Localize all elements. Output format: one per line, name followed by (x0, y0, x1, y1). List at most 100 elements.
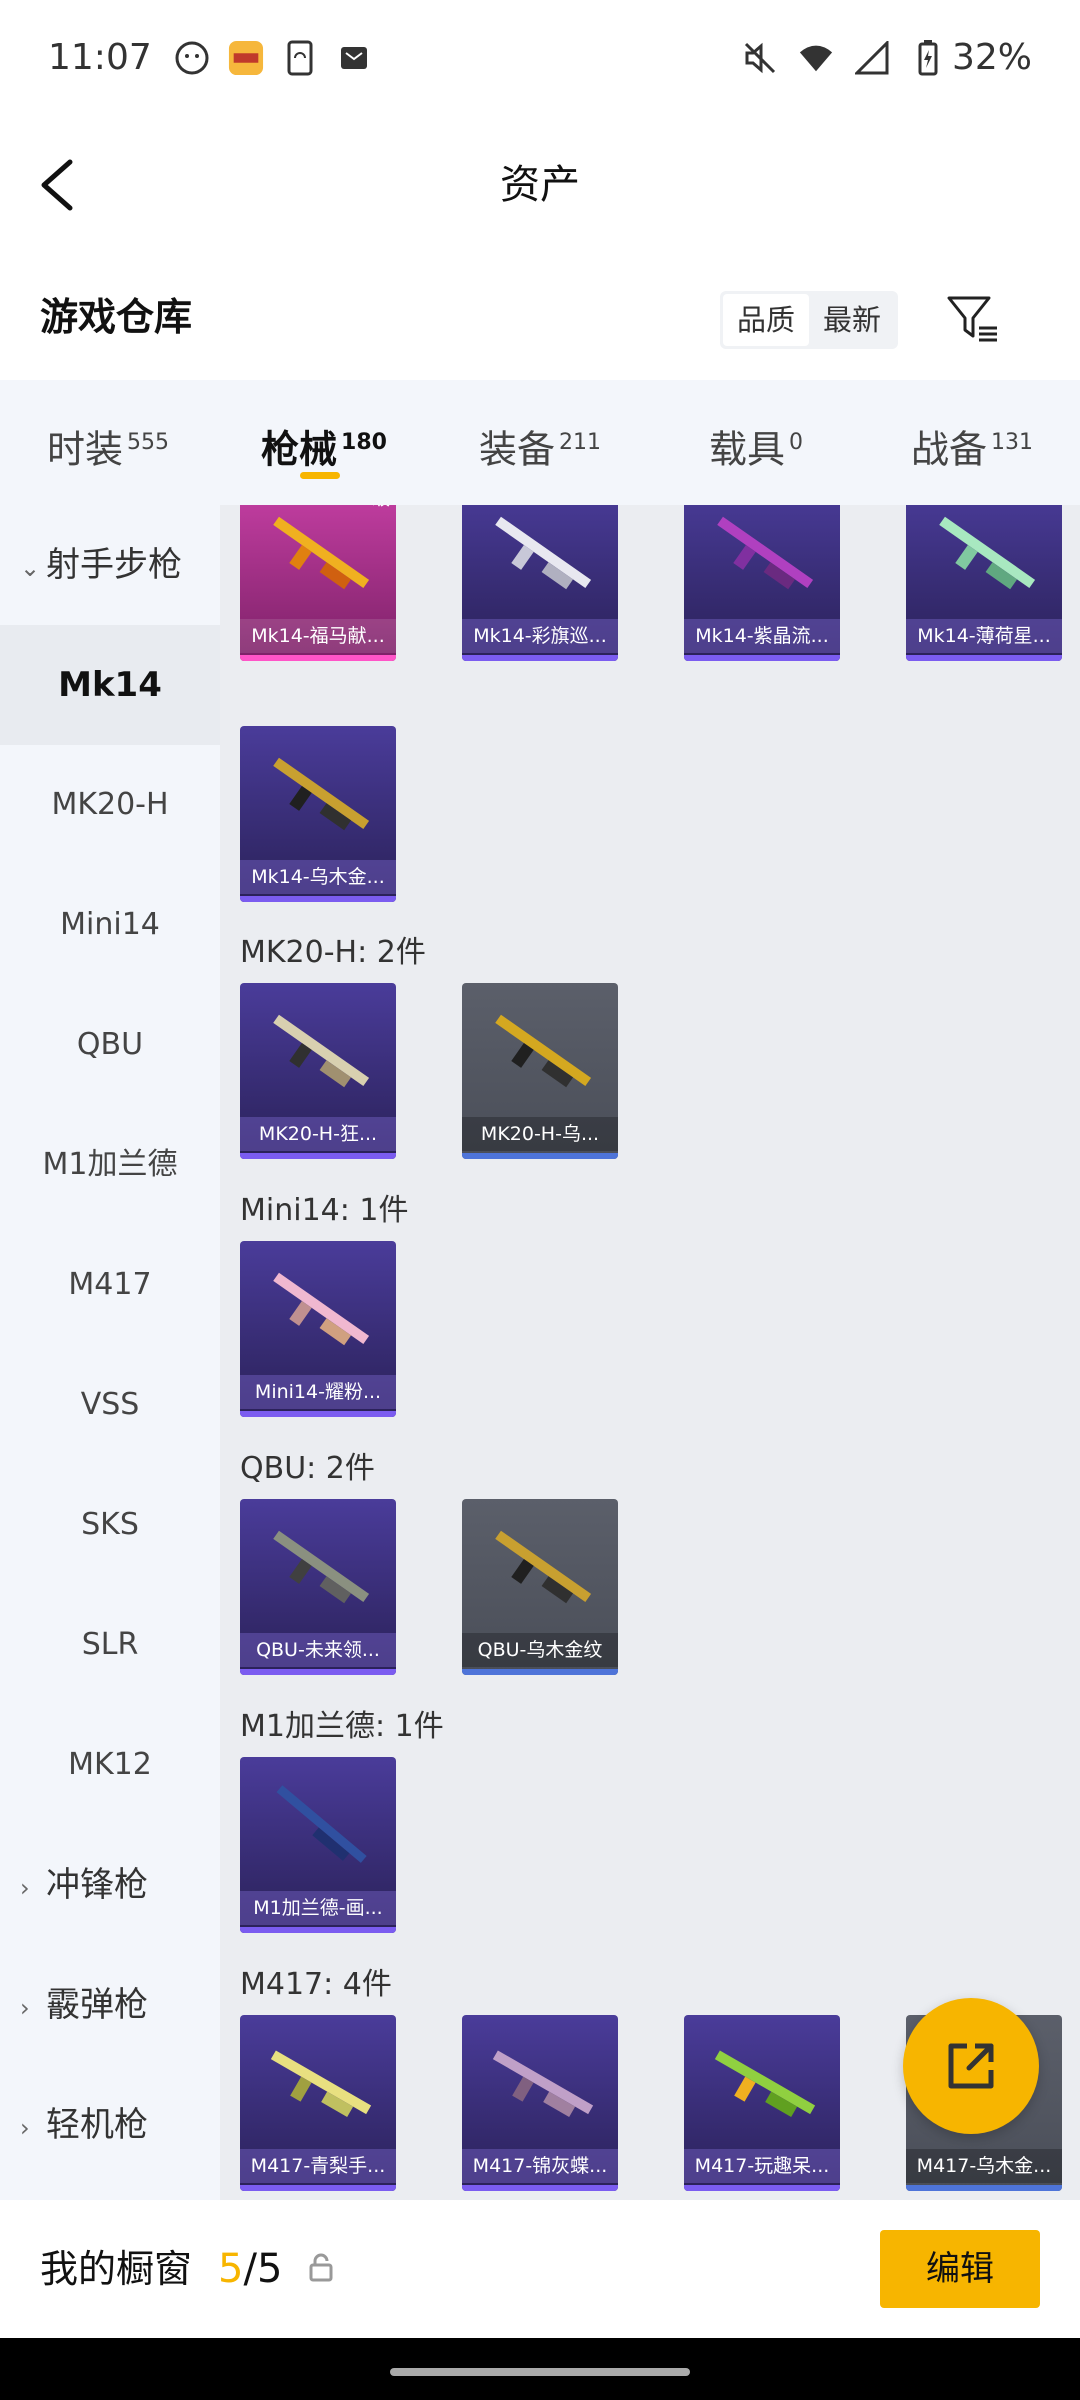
share-button[interactable] (903, 1998, 1039, 2134)
rarity-bar (462, 655, 618, 661)
sidebar-group-shotgun[interactable]: › 霰弹枪 (0, 1945, 220, 2065)
weapon-card[interactable]: Mk14-乌木金... (240, 726, 396, 902)
weapon-card[interactable]: MK20-H-狂... (240, 983, 396, 1159)
edit-button[interactable]: 编辑 (880, 2230, 1040, 2308)
showcase-bar: 我的橱窗 5/5 编辑 (0, 2200, 1080, 2338)
back-button[interactable] (30, 150, 100, 220)
showcase-current: 5 (218, 2246, 244, 2292)
weapon-name: Mk14-福马献... (240, 619, 396, 653)
home-gesture-handle[interactable] (390, 2368, 690, 2376)
rarity-bar (462, 1669, 618, 1675)
rifle-icon (273, 1272, 370, 1346)
warehouse-header: 游戏仓库 品质 最新 (0, 255, 1080, 380)
weapon-card[interactable]: MK20-H-乌... (462, 983, 618, 1159)
rarity-bar (462, 2185, 618, 2191)
battery-percent: 32% (951, 37, 1032, 78)
sidebar-item-m1[interactable]: M1加兰德 (0, 1105, 220, 1225)
weapon-name: QBU-未来领... (240, 1633, 396, 1667)
sidebar-item-mini14[interactable]: Mini14 (0, 865, 220, 985)
weapon-card[interactable]: Mini14-耀粉... (240, 1241, 396, 1417)
sidebar-item-qbu[interactable]: QBU (0, 985, 220, 1105)
rarity-bar (240, 1153, 396, 1159)
section-title-m1: M1加兰德: 1件 (240, 1709, 444, 1744)
rarity-bar (906, 2185, 1062, 2191)
chevron-down-icon: ⌄ (20, 554, 41, 582)
weapon-name: Mk14-薄荷星... (906, 619, 1062, 653)
sync-icon (282, 40, 318, 76)
tab-label: 战备 (910, 427, 987, 472)
section-title-mini14: Mini14: 1件 (240, 1193, 409, 1228)
sidebar-group-smg[interactable]: › 冲锋枪 (0, 1825, 220, 1945)
weapon-card[interactable]: Mk14-紫晶流... (684, 505, 840, 661)
rarity-bar (240, 2185, 396, 2191)
tab-vehicles[interactable]: 载具 0 (648, 380, 864, 505)
active-tab-indicator (300, 472, 340, 479)
rarity-bar (906, 655, 1062, 661)
weapon-name: MK20-H-乌... (462, 1117, 618, 1151)
showcase-label: 我的橱窗 (40, 2247, 193, 2291)
weapon-card[interactable]: M417-锦灰蝶... (462, 2015, 618, 2191)
rarity-bar (462, 1153, 618, 1159)
tab-equipment[interactable]: 装备 211 (432, 380, 648, 505)
rarity-bar (240, 655, 396, 661)
face-icon (174, 40, 210, 76)
sidebar-item-vss[interactable]: VSS (0, 1345, 220, 1465)
sort-newest-option[interactable]: 最新 (809, 294, 895, 346)
rifle-icon (273, 757, 370, 831)
sidebar-group-marksman[interactable]: ⌄ 射手步枪 (0, 505, 220, 625)
weapon-sidebar: ⌄ 射手步枪 Mk14 MK20-H Mini14 QBU M1加兰德 M417 … (0, 505, 220, 2200)
rifle-icon (273, 1530, 370, 1604)
weapon-card[interactable]: QBU-乌木金纹 (462, 1499, 618, 1675)
sidebar-item-mk12[interactable]: MK12 (0, 1705, 220, 1825)
weapon-card[interactable]: M417-玩趣呆... (684, 2015, 840, 2191)
tab-fashion[interactable]: 时装 555 (0, 380, 216, 505)
weapon-name: M1加兰德-画... (240, 1891, 396, 1925)
rarity-bar (240, 1411, 396, 1417)
weapon-name: QBU-乌木金纹 (462, 1633, 618, 1667)
weapon-card[interactable]: M417-青梨手... (240, 2015, 396, 2191)
tab-count: 180 (341, 430, 387, 455)
rarity-bar (240, 896, 396, 902)
rifle-icon (939, 516, 1036, 590)
weapon-name: Mk14-紫晶流... (684, 619, 840, 653)
top-bar: 资产 (0, 115, 1080, 255)
showcase-separator: / (243, 2246, 257, 2292)
mute-icon (742, 40, 778, 76)
rifle-icon (276, 1785, 367, 1863)
sidebar-item-slr[interactable]: SLR (0, 1585, 220, 1705)
sidebar-group-lmg[interactable]: › 轻机枪 (0, 2065, 220, 2185)
weapon-name: MK20-H-狂... (240, 1117, 396, 1151)
weapon-card[interactable]: Mk14-彩旗巡... (462, 505, 618, 661)
weapon-card[interactable]: 4级 Mk14-福马献... (240, 505, 396, 661)
weapon-name: M417-玩趣呆... (684, 2149, 840, 2183)
weapon-card[interactable]: QBU-未来领... (240, 1499, 396, 1675)
signal-icon (854, 40, 890, 76)
sidebar-item-mk14[interactable]: Mk14 (0, 625, 220, 745)
category-tabs: 时装 555 枪械 180 装备 211 载具 0 战备 131 (0, 380, 1080, 505)
tab-guns[interactable]: 枪械 180 (216, 380, 432, 505)
rifle-icon (495, 516, 592, 590)
showcase-count: 5/5 (218, 2200, 282, 2338)
rarity-bar (684, 655, 840, 661)
sidebar-item-mk20h[interactable]: MK20-H (0, 745, 220, 865)
tab-label: 装备 (478, 427, 555, 472)
status-time: 11:07 (48, 37, 152, 78)
share-external-icon (948, 2043, 994, 2089)
sort-quality-option[interactable]: 品质 (723, 294, 809, 346)
tab-label: 枪械 (261, 427, 338, 472)
section-title-m417: M417: 4件 (240, 1967, 392, 2002)
sidebar-item-m417[interactable]: M417 (0, 1225, 220, 1345)
sort-toggle: 品质 最新 (720, 291, 898, 349)
weapon-card[interactable]: M1加兰德-画... (240, 1757, 396, 1933)
rifle-icon (714, 2050, 816, 2117)
weapon-name: M417-乌木金... (906, 2149, 1062, 2183)
rifle-icon (270, 2050, 372, 2117)
tab-label: 载具 (708, 427, 785, 472)
tab-supplies[interactable]: 战备 131 (864, 380, 1080, 505)
filter-button[interactable] (945, 290, 1001, 346)
weapon-card[interactable]: Mk14-薄荷星... (906, 505, 1062, 661)
weapon-name: Mini14-耀粉... (240, 1375, 396, 1409)
tab-count: 131 (991, 430, 1033, 455)
sidebar-item-sks[interactable]: SKS (0, 1465, 220, 1585)
rifle-icon (717, 516, 814, 590)
